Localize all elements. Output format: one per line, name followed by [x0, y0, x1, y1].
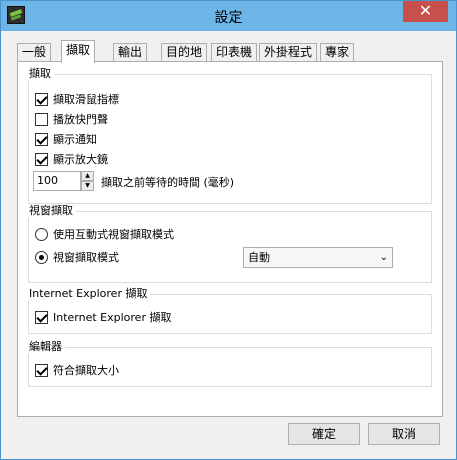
show-notifications-label: 顯示通知 [53, 133, 97, 146]
ie-capture-checkbox[interactable] [35, 310, 48, 324]
chevron-up-icon[interactable]: ▲ [81, 171, 94, 181]
capture-group: 擷取 擷取滑鼠指標 播放快門聲 顯示通知 顯示放大鏡 100 ▲ ▼ 擷取之前等… [26, 67, 432, 204]
window-title: 設定 [214, 10, 243, 26]
window-capture-mode-label: 視窗擷取模式 [53, 251, 119, 264]
show-magnifier-label: 顯示放大鏡 [53, 153, 108, 166]
match-capture-size-option[interactable]: 符合擷取大小 [35, 362, 119, 378]
play-shutter-sound-label: 播放快門聲 [53, 113, 108, 126]
play-shutter-sound-option[interactable]: 播放快門聲 [35, 111, 108, 127]
capture-delay-stepper[interactable]: 100 ▲ ▼ [33, 171, 94, 191]
interactive-window-capture-radio[interactable] [35, 227, 48, 241]
interactive-window-capture-option[interactable]: 使用互動式視窗擷取模式 [35, 226, 174, 242]
window-capture-group-title: 視窗擷取 [26, 204, 76, 218]
window-capture-group: 視窗擷取 使用互動式視窗擷取模式 視窗擷取模式 自動 ⌄ [26, 204, 432, 283]
capture-mouse-pointer-checkbox[interactable] [35, 92, 48, 106]
ie-capture-group: Internet Explorer 擷取 Internet Explorer 擷… [26, 287, 432, 334]
show-magnifier-checkbox[interactable] [35, 152, 48, 166]
window-capture-mode-radio[interactable] [35, 250, 48, 264]
window-capture-mode-select[interactable]: 自動 ⌄ [243, 247, 393, 268]
title-bar[interactable]: 設定 ✕ [1, 1, 456, 31]
capture-tab-panel: 擷取 擷取滑鼠指標 播放快門聲 顯示通知 顯示放大鏡 100 ▲ ▼ 擷取之前等… [17, 61, 443, 417]
capture-mouse-pointer-option[interactable]: 擷取滑鼠指標 [35, 91, 119, 107]
capture-delay-input[interactable]: 100 [33, 171, 81, 191]
close-button[interactable]: ✕ [403, 1, 448, 22]
settings-window: 設定 ✕ 一般 擷取 輸出 目的地 印表機 外掛程式 專家 擷取 擷取滑鼠指標 … [0, 0, 457, 460]
match-capture-size-checkbox[interactable] [35, 363, 48, 377]
ie-capture-label: Internet Explorer 擷取 [53, 311, 172, 324]
show-notifications-checkbox[interactable] [35, 132, 48, 146]
ok-button[interactable]: 確定 [288, 423, 360, 445]
tab-expert[interactable]: 專家 [320, 43, 355, 62]
play-shutter-sound-checkbox[interactable] [35, 112, 48, 126]
editor-group: 編輯器 符合擷取大小 [26, 340, 432, 387]
capture-group-title: 擷取 [26, 67, 54, 81]
cancel-button[interactable]: 取消 [368, 423, 440, 445]
window-capture-mode-value: 自動 [248, 251, 270, 264]
tab-capture[interactable]: 擷取 [61, 40, 96, 63]
ie-capture-option[interactable]: Internet Explorer 擷取 [35, 309, 171, 325]
capture-delay-label: 擷取之前等待的時間 (毫秒) [101, 176, 235, 189]
tab-destination[interactable]: 目的地 [161, 43, 208, 62]
tab-general[interactable]: 一般 [17, 43, 52, 62]
chevron-down-icon[interactable]: ▼ [81, 181, 94, 191]
tab-strip: 一般 擷取 輸出 目的地 印表機 外掛程式 專家 [17, 40, 447, 63]
tab-printer[interactable]: 印表機 [211, 43, 258, 62]
close-icon: ✕ [418, 1, 433, 20]
show-notifications-option[interactable]: 顯示通知 [35, 131, 97, 147]
tab-output[interactable]: 輸出 [113, 43, 148, 62]
ie-capture-group-title: Internet Explorer 擷取 [26, 287, 151, 301]
match-capture-size-label: 符合擷取大小 [53, 364, 119, 377]
editor-group-title: 編輯器 [26, 340, 65, 354]
chevron-down-icon: ⌄ [379, 252, 388, 263]
window-capture-mode-option[interactable]: 視窗擷取模式 [35, 249, 119, 265]
interactive-window-capture-label: 使用互動式視窗擷取模式 [53, 228, 174, 241]
show-magnifier-option[interactable]: 顯示放大鏡 [35, 151, 108, 167]
tab-plugins[interactable]: 外掛程式 [259, 43, 318, 62]
capture-mouse-pointer-label: 擷取滑鼠指標 [53, 93, 119, 106]
